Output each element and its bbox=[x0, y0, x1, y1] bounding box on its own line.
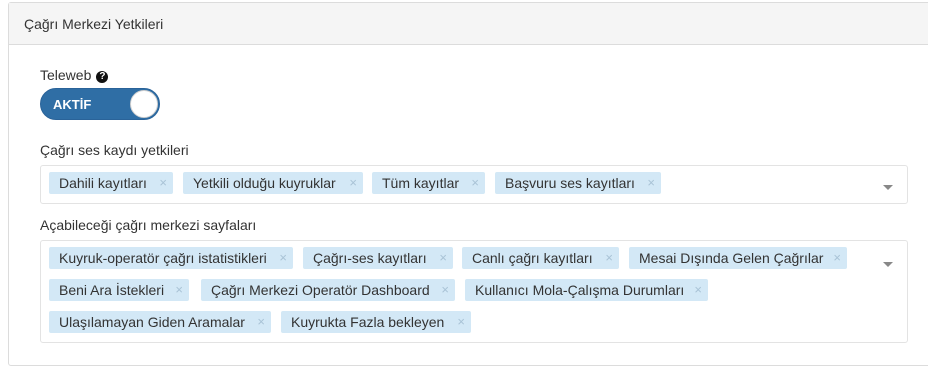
tag-item: Kuyruk-operatör çağrı istatistikleri × bbox=[49, 247, 293, 269]
tag-label: Çağrı-ses kayıtları bbox=[313, 250, 427, 266]
tag-item: Çağrı Merkezi Operatör Dashboard × bbox=[201, 279, 455, 301]
tag-item: Başvuru ses kayıtları × bbox=[495, 172, 661, 194]
tag-item: Ulaşılamayan Giden Aramalar × bbox=[49, 311, 271, 333]
tag-remove-icon[interactable]: × bbox=[349, 172, 357, 194]
tag-label: Kuyrukta Fazla bekleyen bbox=[291, 314, 445, 330]
tag-label: Canlı çağrı kayıtları bbox=[472, 250, 593, 266]
tag-item: Tüm kayıtlar × bbox=[372, 172, 485, 194]
tag-item: Kullanıcı Mola-Çalışma Durumları × bbox=[465, 279, 708, 301]
call-center-pages-label: Açabileceği çağrı merkezi sayfaları bbox=[40, 217, 257, 233]
tag-label: Beni Ara İstekleri bbox=[59, 282, 165, 298]
tag-remove-icon[interactable]: × bbox=[471, 172, 479, 194]
call-center-permissions-panel: Çağrı Merkezi Yetkileri Teleweb? AKTİF Ç… bbox=[8, 2, 928, 366]
tag-item: Mesai Dışında Gelen Çağrılar × bbox=[629, 247, 847, 269]
toggle-knob[interactable] bbox=[130, 90, 158, 118]
tag-remove-icon[interactable]: × bbox=[159, 172, 167, 194]
tag-item: Dahili kayıtları × bbox=[49, 172, 173, 194]
recording-permissions-select[interactable]: Dahili kayıtları × Yetkili olduğu kuyruk… bbox=[40, 165, 908, 204]
tag-item: Kuyrukta Fazla bekleyen × bbox=[281, 311, 471, 333]
dropdown-caret-icon[interactable] bbox=[883, 185, 893, 190]
tag-remove-icon[interactable]: × bbox=[833, 247, 841, 269]
tag-label: Dahili kayıtları bbox=[59, 175, 147, 191]
tag-label: Tüm kayıtlar bbox=[382, 175, 460, 191]
tag-remove-icon[interactable]: × bbox=[175, 279, 183, 301]
tag-item: Beni Ara İstekleri × bbox=[49, 279, 189, 301]
tag-item: Çağrı-ses kayıtları × bbox=[303, 247, 453, 269]
tag-remove-icon[interactable]: × bbox=[257, 311, 265, 333]
tag-remove-icon[interactable]: × bbox=[605, 247, 613, 269]
recording-permissions-label: Çağrı ses kaydı yetkileri bbox=[40, 142, 189, 158]
tag-remove-icon[interactable]: × bbox=[441, 279, 449, 301]
teleweb-label-row: Teleweb? bbox=[40, 67, 109, 83]
tag-remove-icon[interactable]: × bbox=[647, 172, 655, 194]
teleweb-toggle[interactable]: AKTİF bbox=[40, 88, 160, 120]
tag-remove-icon[interactable]: × bbox=[439, 247, 447, 269]
tag-remove-icon[interactable]: × bbox=[279, 247, 287, 269]
panel-title: Çağrı Merkezi Yetkileri bbox=[9, 3, 928, 45]
tag-remove-icon[interactable]: × bbox=[694, 279, 702, 301]
tag-remove-icon[interactable]: × bbox=[457, 311, 465, 333]
tag-label: Mesai Dışında Gelen Çağrılar bbox=[639, 250, 824, 266]
tag-label: Ulaşılamayan Giden Aramalar bbox=[59, 314, 245, 330]
toggle-label: AKTİF bbox=[53, 97, 92, 112]
tag-label: Başvuru ses kayıtları bbox=[505, 175, 635, 191]
teleweb-label: Teleweb bbox=[40, 67, 92, 83]
call-center-pages-select[interactable]: Kuyruk-operatör çağrı istatistikleri × Ç… bbox=[40, 240, 908, 343]
tag-label: Kullanıcı Mola-Çalışma Durumları bbox=[475, 282, 685, 298]
tag-label: Çağrı Merkezi Operatör Dashboard bbox=[211, 282, 430, 298]
help-icon[interactable]: ? bbox=[96, 71, 109, 83]
tag-label: Kuyruk-operatör çağrı istatistikleri bbox=[59, 250, 267, 266]
tag-item: Canlı çağrı kayıtları × bbox=[462, 247, 619, 269]
tag-item: Yetkili olduğu kuyruklar × bbox=[183, 172, 363, 194]
dropdown-caret-icon[interactable] bbox=[883, 262, 893, 267]
tag-label: Yetkili olduğu kuyruklar bbox=[193, 175, 336, 191]
